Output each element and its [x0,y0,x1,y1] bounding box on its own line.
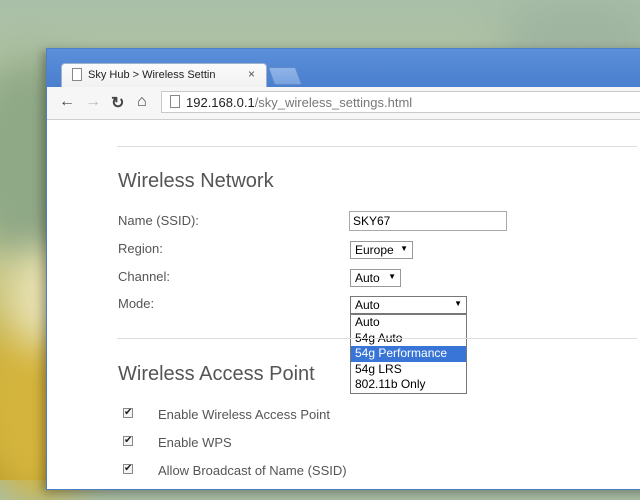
mode-label: Mode: [118,296,155,311]
dropdown-arrow-icon: ▼ [400,244,408,253]
back-arrow-icon[interactable]: ← [59,93,75,111]
forward-arrow-icon[interactable]: → [85,93,101,111]
browser-toolbar: ← → ↻ ⌂ 192.168.0.1/sky_wireless_setting… [47,87,640,120]
url-text: 192.168.0.1/sky_wireless_settings.html [186,95,413,110]
checkbox-label: Enable Wireless Access Point [158,407,330,422]
section-heading-wireless-network: Wireless Network [118,170,274,192]
tab-strip: Sky Hub > Wireless Settin × [47,49,640,87]
ssid-label: Name (SSID): [118,213,199,228]
browser-window: Sky Hub > Wireless Settin × ← → ↻ ⌂ 192.… [46,48,640,490]
channel-label: Channel: [118,269,171,284]
mode-option[interactable]: Auto [351,315,466,331]
close-icon[interactable]: × [248,67,255,81]
enable-wap-checkbox[interactable]: ✔ [123,408,133,418]
mode-select[interactable]: Auto ▼ [350,296,467,314]
ssid-input[interactable] [349,211,507,231]
mode-option-highlighted[interactable]: 54g Performance [351,346,466,362]
broadcast-ssid-checkbox[interactable]: ✔ [123,464,133,474]
enable-wps-checkbox[interactable]: ✔ [123,436,133,446]
section-heading-wireless-access-point: Wireless Access Point [118,363,315,385]
divider [117,146,637,147]
checkbox-label: Enable WPS [158,435,232,450]
browser-tab[interactable]: Sky Hub > Wireless Settin × [61,63,267,87]
mode-option[interactable]: 802.11b Only [351,377,466,393]
tab-title: Sky Hub > Wireless Settin [88,69,216,81]
page-icon [72,68,82,81]
new-tab-button[interactable] [267,67,303,85]
mode-option[interactable]: 54g LRS [351,362,466,378]
home-icon[interactable]: ⌂ [137,93,147,111]
reload-icon[interactable]: ↻ [111,93,124,113]
address-bar[interactable]: 192.168.0.1/sky_wireless_settings.html [161,91,640,113]
page-icon [170,95,180,108]
region-label: Region: [118,241,163,256]
channel-select[interactable]: Auto ▼ [350,269,401,287]
divider [117,338,637,339]
mode-dropdown-list: Auto 54g Auto 54g Performance 54g LRS 80… [350,314,467,394]
page-content: Wireless Network Name (SSID): Region: Eu… [47,120,640,490]
dropdown-arrow-icon: ▼ [454,299,462,308]
checkbox-label: Allow Broadcast of Name (SSID) [158,463,347,478]
region-select[interactable]: Europe ▼ [350,241,413,259]
dropdown-arrow-icon: ▼ [388,272,396,281]
